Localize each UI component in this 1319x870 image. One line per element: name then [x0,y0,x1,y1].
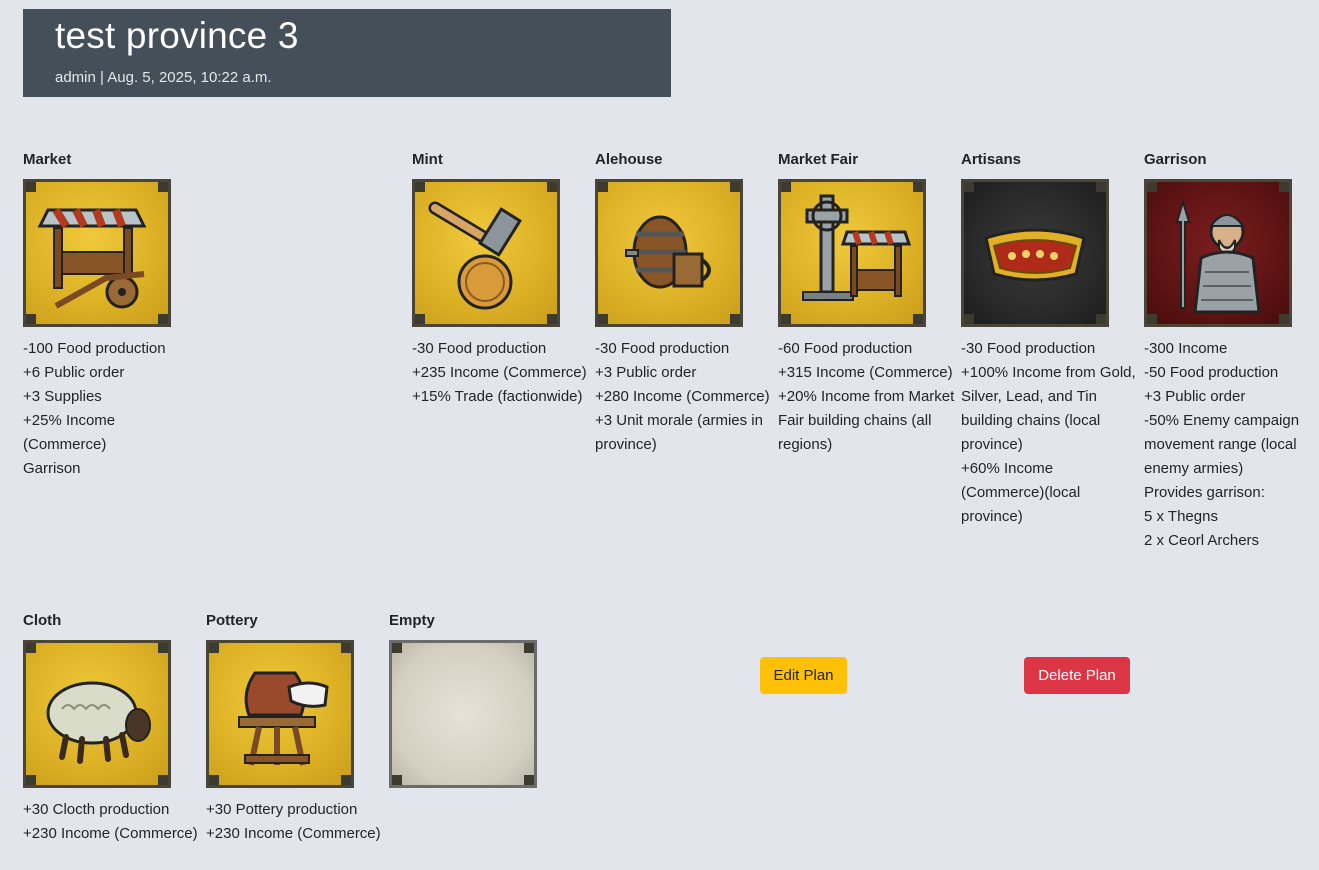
effect-line: +3 Supplies [23,388,102,405]
building-card-alehouse: Alehouse -30 Food production +3 Public o… [595,149,773,457]
building-effects: -30 Food production +3 Public order +280… [595,337,773,457]
building-card-pottery: Pottery +30 Pottery production +230 Inco… [206,610,384,846]
delete-plan-button[interactable]: Delete Plan [1024,657,1130,694]
effect-line: -60 Food production [778,340,913,357]
building-card-empty: Empty [389,610,567,788]
pot-hand-icon [206,640,354,788]
effect-line: +6 Public order [23,364,125,381]
building-card-cloth: Cloth +30 Clocth production +230 Income … [23,610,201,846]
building-name: Garrison [1144,151,1207,168]
spearman-icon [1144,179,1292,327]
effect-line: +315 Income (Commerce) [778,364,953,381]
building-name: Artisans [961,151,1022,168]
building-name: Cloth [23,612,62,629]
effect-line: +20% Income from Market Fair building ch… [778,388,955,453]
building-effects: -300 Income -50 Food production +3 Publi… [1144,337,1314,553]
building-card-mint: Mint -30 Food production +235 Income (Co… [412,149,590,409]
building-effects: -60 Food production +315 Income (Commerc… [778,337,956,457]
building-card-artisans: Artisans -30 Food production +100% Incom… [961,149,1139,529]
effect-line: +30 Pottery production [206,801,358,818]
building-effects: +30 Pottery production +230 Income (Comm… [206,798,384,846]
building-name: Market [23,151,72,168]
building-name: Alehouse [595,151,663,168]
effect-line: 2 x Ceorl Archers [1144,532,1260,549]
effect-line: -30 Food production [961,340,1096,357]
effect-line: -50% Enemy campaign movement range (loca… [1144,412,1300,477]
effect-line: -50 Food production [1144,364,1279,381]
effect-line: +230 Income (Commerce) [23,825,198,842]
market-stall-icon [23,179,171,327]
barrel-tankard-icon [595,179,743,327]
building-effects: -30 Food production +235 Income (Commerc… [412,337,590,409]
effect-line: +280 Income (Commerce) [595,388,770,405]
effect-line: Provides garrison: [1144,484,1265,501]
edit-plan-button[interactable]: Edit Plan [760,657,847,694]
effect-line: +3 Public order [1144,388,1246,405]
building-card-garrison: Garrison -300 Income -50 Food production… [1144,149,1314,553]
effect-line: +60% Income (Commerce)(local province) [961,460,1081,525]
effect-line: +3 Unit morale (armies in province) [595,412,763,453]
effect-line: -300 Income [1144,340,1228,357]
effect-line: +230 Income (Commerce) [206,825,381,842]
building-name: Empty [389,612,435,629]
building-name: Market Fair [778,151,859,168]
effect-line: +235 Income (Commerce) [412,364,587,381]
building-effects: -30 Food production +100% Income from Go… [961,337,1139,529]
effect-line: 5 x Thegns [1144,508,1218,525]
effect-line: -30 Food production [595,340,730,357]
building-name: Pottery [206,612,258,629]
sheep-icon [23,640,171,788]
effect-line: +25% Income (Commerce) [23,412,116,453]
building-card-market: Market -100 Food production +6 Public or… [23,149,201,481]
building-effects: -100 Food production +6 Public order +3 … [23,337,201,481]
effect-line: +3 Public order [595,364,697,381]
effect-line: +15% Trade (factionwide) [412,388,583,405]
gold-bracelet-icon [961,179,1109,327]
hammer-coin-icon [412,179,560,327]
effect-line: +100% Income from Gold, Silver, Lead, an… [961,364,1136,453]
cross-stall-icon [778,179,926,327]
effect-line: +30 Clocth production [23,801,170,818]
author-date: admin | Aug. 5, 2025, 10:22 a.m. [55,69,272,86]
building-name: Mint [412,151,443,168]
building-card-market-fair: Market Fair -60 Food production +315 Inc… [778,149,956,457]
page-header: test province 3 admin | Aug. 5, 2025, 10… [23,9,671,97]
page-title: test province 3 [55,15,299,56]
building-effects: +30 Clocth production +230 Income (Comme… [23,798,201,846]
effect-line: -100 Food production [23,340,166,357]
effect-line: Garrison [23,460,81,477]
empty-slot-icon [389,640,537,788]
effect-line: -30 Food production [412,340,547,357]
